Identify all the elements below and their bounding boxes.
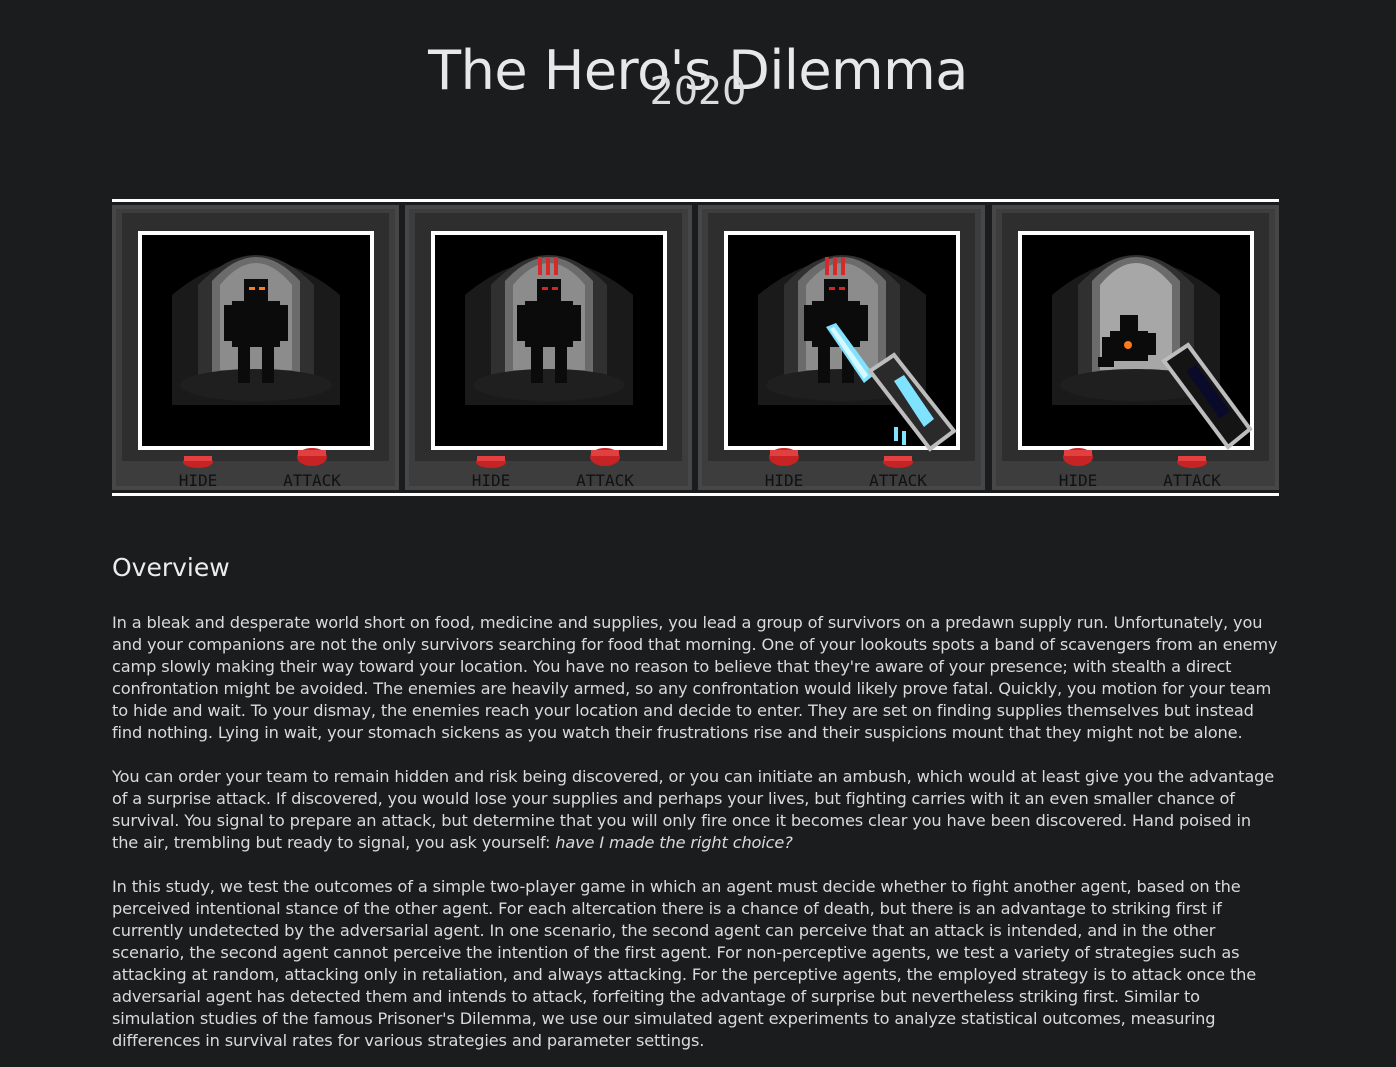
overview-paragraph-2: You can order your team to remain hidden…: [112, 766, 1282, 854]
alert-marks-icon: [825, 257, 845, 275]
attack-label: ATTACK: [1163, 471, 1221, 490]
paragraph-2-emphasis: have I made the right choice?: [555, 833, 793, 852]
attack-button-icon: [1177, 456, 1207, 468]
overview-paragraph-3: In this study, we test the outcomes of a…: [112, 877, 1257, 1050]
attack-label: ATTACK: [283, 471, 341, 490]
alert-marks-icon: [538, 257, 558, 275]
game-screenshot-strip: HIDE ATTACK HIDE ATTACK HIDE ATTACK HIDE…: [112, 199, 1279, 496]
hide-button-icon: [1063, 448, 1093, 466]
hide-label: HIDE: [1059, 471, 1098, 490]
hide-button-icon: [769, 448, 799, 466]
hide-label: HIDE: [765, 471, 804, 490]
game-panel-1: HIDE ATTACK: [112, 205, 399, 490]
overview-paragraph-1: In a bleak and desperate world short on …: [112, 613, 1278, 742]
game-panel-4: HIDE ATTACK: [992, 205, 1279, 490]
attack-button-icon: [883, 456, 913, 468]
attack-button-icon: [590, 448, 620, 466]
hide-button-icon: [476, 456, 506, 468]
section-title-overview: Overview: [112, 553, 230, 582]
attack-button-icon: [297, 448, 327, 466]
attack-label: ATTACK: [869, 471, 927, 490]
attack-label: ATTACK: [576, 471, 634, 490]
hide-label: HIDE: [179, 471, 218, 490]
game-panel-3: HIDE ATTACK: [698, 205, 985, 490]
game-panel-2: HIDE ATTACK: [405, 205, 692, 490]
page-year: 2020: [649, 69, 747, 113]
hide-button-icon: [183, 456, 213, 468]
hide-label: HIDE: [472, 471, 511, 490]
